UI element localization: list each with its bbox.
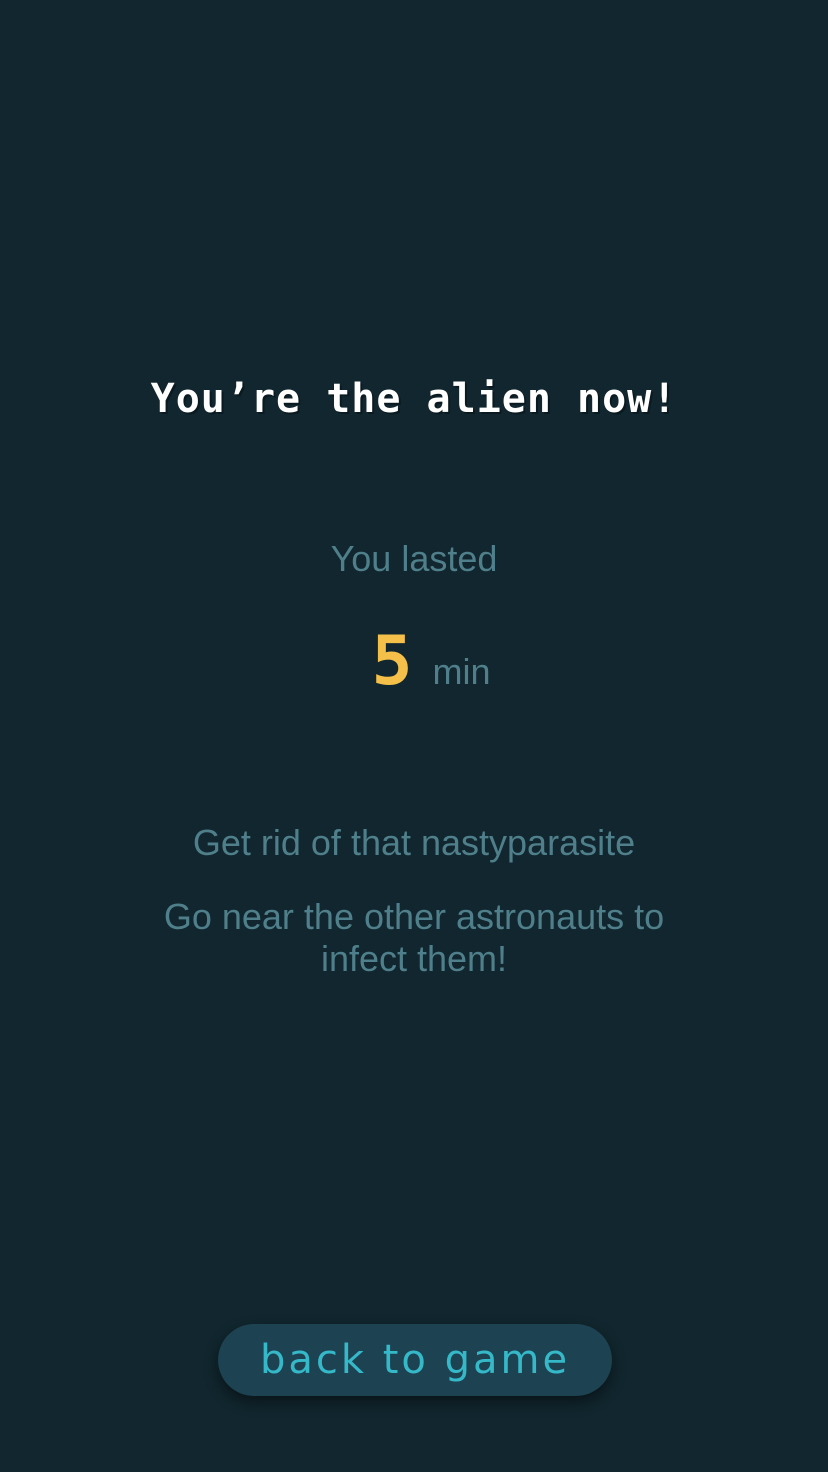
lasted-label: You lasted [330, 538, 498, 579]
headline: You’re the alien now! [150, 376, 678, 422]
goal-text: Get rid of that nastyparasite [192, 822, 636, 863]
instruction-text: Go near the other astronauts to infect t… [163, 896, 665, 979]
duration-value: 5 [371, 622, 413, 701]
back-to-game-label: back to game [259, 1337, 571, 1383]
back-to-game-button[interactable]: back to game [218, 1324, 612, 1396]
alien-result-screen: You’re the alien now! You lasted 5 min G… [0, 0, 828, 1472]
duration-unit: min [432, 651, 491, 692]
survival-duration: 5 min [0, 628, 828, 696]
